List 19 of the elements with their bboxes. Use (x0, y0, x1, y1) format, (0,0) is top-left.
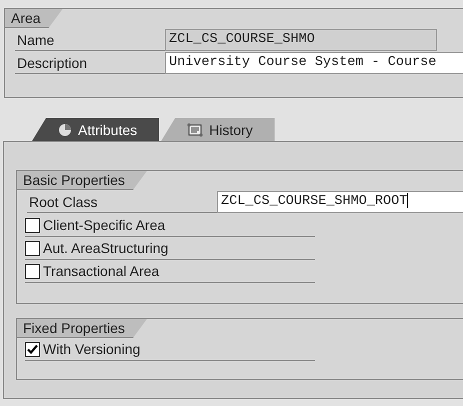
checkbox[interactable] (25, 240, 40, 256)
tab[interactable]: Attributes (32, 118, 160, 141)
checkbox[interactable] (25, 218, 40, 232)
checkbox[interactable] (25, 264, 40, 278)
input-field[interactable]: ZCL_CS_COURSE_SHMO (165, 29, 437, 51)
scroll-icon (187, 122, 204, 136)
field-label: Root Class (27, 192, 217, 212)
group-title: Fixed Properties (17, 319, 147, 338)
input-field[interactable]: ZCL_CS_COURSE_SHMO_ROOT (217, 191, 463, 213)
pie-chart-icon (58, 122, 72, 136)
checkbox-label: With Versioning (43, 341, 140, 357)
checkbox-label: Aut. AreaStructuring (43, 240, 168, 256)
group-title: Area (5, 9, 63, 28)
checkbox-label: Transactional Area (43, 263, 160, 279)
tab[interactable]: History (161, 118, 275, 141)
checkbox-label: Client-Specific Area (43, 217, 166, 233)
group-title: Basic Properties (17, 171, 147, 190)
checkbox[interactable] (25, 342, 40, 356)
input-field[interactable]: University Course System - Course (165, 52, 463, 74)
